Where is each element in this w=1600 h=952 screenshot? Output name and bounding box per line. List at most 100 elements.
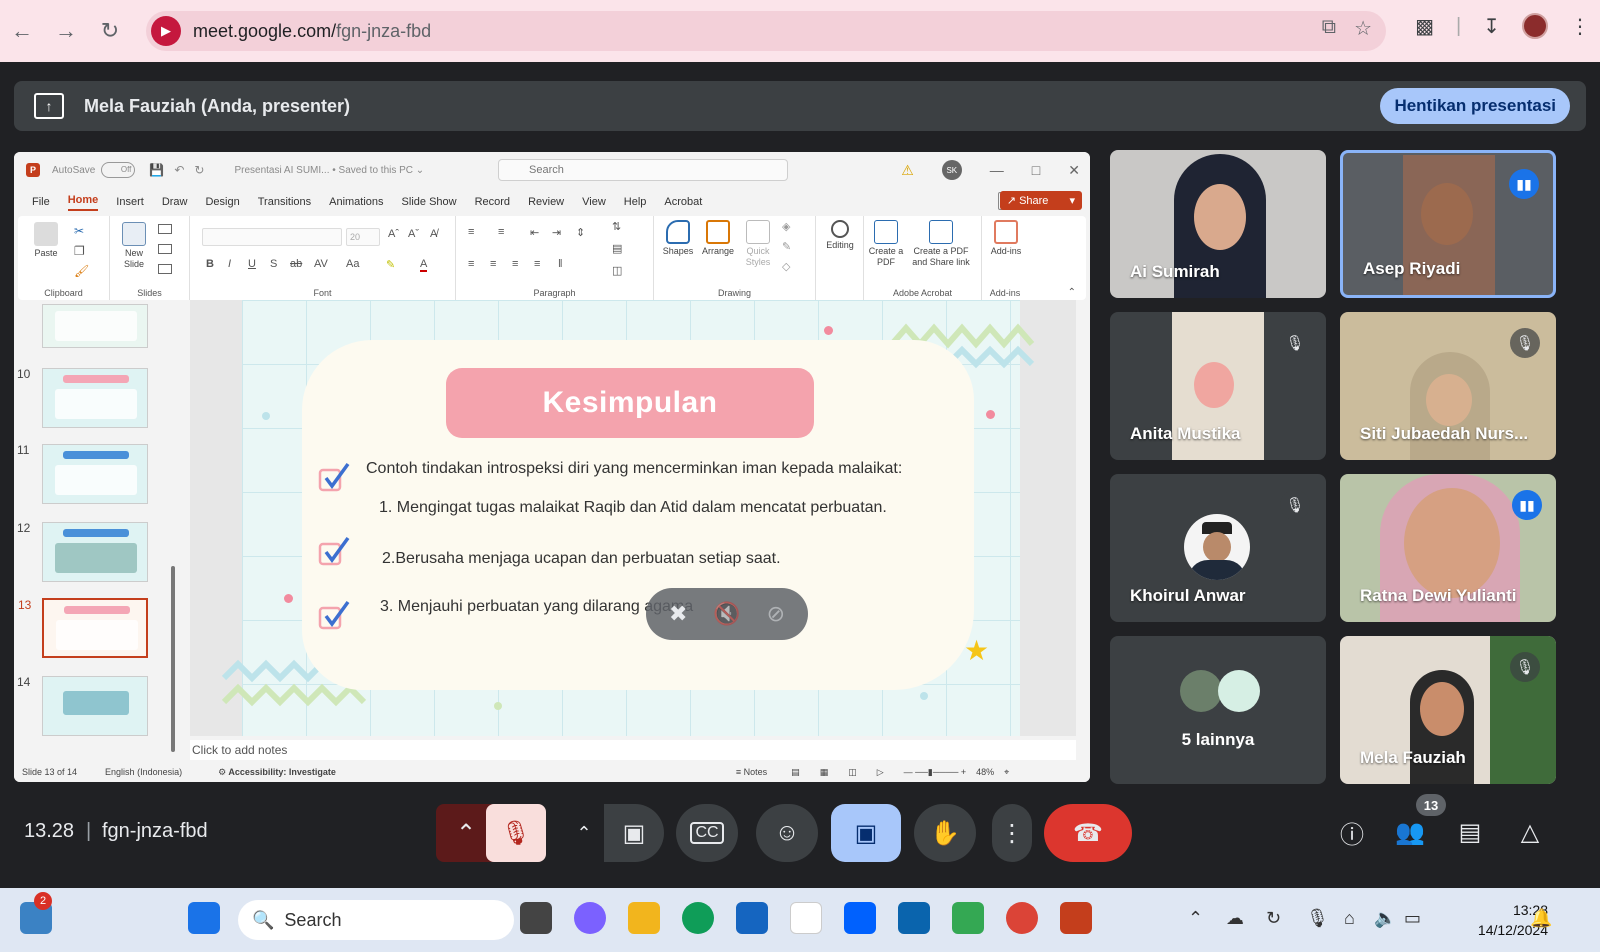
- slide-thumbnail-12[interactable]: 12: [17, 521, 148, 582]
- leave-call-button[interactable]: ☎: [1044, 804, 1132, 862]
- taskbar-search[interactable]: 🔍 Search: [238, 900, 514, 940]
- shape-fill-icon[interactable]: ◈: [782, 220, 790, 233]
- decrease-indent-icon[interactable]: ⇤: [530, 226, 539, 239]
- cut-icon[interactable]: ✂: [74, 224, 84, 238]
- tab-view[interactable]: View: [582, 196, 606, 208]
- font-name-box[interactable]: [202, 228, 342, 246]
- people-button[interactable]: 👥: [1390, 812, 1430, 852]
- participant-tile[interactable]: ▮▮ Asep Riyadi: [1340, 150, 1556, 298]
- zoom-level[interactable]: 48%: [976, 767, 994, 777]
- tab-slide-show[interactable]: Slide Show: [402, 196, 457, 208]
- reading-view-icon[interactable]: ◫: [848, 767, 857, 778]
- sync-icon[interactable]: ↻: [1266, 908, 1281, 929]
- line-spacing-icon[interactable]: ⇕: [576, 226, 585, 239]
- chat-button[interactable]: ▤: [1450, 812, 1490, 852]
- arrange-button[interactable]: Arrange: [698, 220, 738, 257]
- stop-share-icon[interactable]: ⊘: [767, 601, 785, 627]
- tab-help[interactable]: Help: [624, 196, 647, 208]
- shapes-button[interactable]: Shapes: [658, 220, 698, 257]
- maximize-icon[interactable]: □: [1032, 162, 1040, 178]
- meeting-info-button[interactable]: ⓘ: [1332, 812, 1372, 852]
- justify-icon[interactable]: ≡: [534, 258, 540, 270]
- thumbnails-scroll-thumb[interactable]: [171, 566, 175, 752]
- slideshow-view-icon[interactable]: ▷: [877, 767, 884, 778]
- font-size-box[interactable]: 20: [346, 228, 380, 246]
- battery-icon[interactable]: ▭: [1404, 908, 1421, 929]
- bookmark-star-icon[interactable]: ☆: [1354, 16, 1372, 41]
- slide-thumbnail-9[interactable]: [42, 304, 148, 348]
- notification-bell-icon[interactable]: 🔔: [1530, 908, 1552, 929]
- format-painter-icon[interactable]: 🖌: [74, 264, 89, 278]
- meet-site-icon[interactable]: ▶: [151, 16, 181, 46]
- tab-insert[interactable]: Insert: [116, 196, 144, 208]
- undo-icon[interactable]: ↶: [174, 163, 184, 177]
- tab-design[interactable]: Design: [205, 196, 239, 208]
- warning-icon[interactable]: ⚠: [901, 162, 914, 179]
- user-avatar[interactable]: SK: [941, 160, 962, 180]
- meet-app-icon[interactable]: [952, 902, 984, 934]
- address-bar[interactable]: ▶ meet.google.com/fgn-jnza-fbd ⧉ ☆: [146, 11, 1386, 51]
- redo-icon[interactable]: ↻: [194, 163, 204, 177]
- tab-draw[interactable]: Draw: [162, 196, 188, 208]
- close-icon[interactable]: ✕: [1068, 162, 1080, 179]
- mic-toggle-button[interactable]: 🎙: [486, 804, 546, 862]
- align-right-icon[interactable]: ≡: [512, 258, 518, 270]
- language-status[interactable]: English (Indonesia): [105, 767, 182, 777]
- grow-font-icon[interactable]: Aˆ: [388, 228, 399, 240]
- present-button[interactable]: ▣: [831, 804, 901, 862]
- task-view-icon[interactable]: [520, 902, 552, 934]
- profile-avatar[interactable]: [1522, 13, 1548, 39]
- collapse-ribbon-icon[interactable]: ⌃: [1068, 287, 1076, 298]
- tab-animations[interactable]: Animations: [329, 196, 383, 208]
- copilot-icon[interactable]: [574, 902, 606, 934]
- tab-file[interactable]: File: [32, 196, 50, 208]
- amazon-icon[interactable]: [790, 902, 822, 934]
- activities-button[interactable]: △: [1510, 812, 1550, 852]
- zoom-slider[interactable]: — ──▮──── +: [904, 767, 966, 778]
- tab-home[interactable]: Home: [67, 194, 99, 211]
- sorter-view-icon[interactable]: ▦: [820, 767, 829, 778]
- reload-icon[interactable]: ↻: [92, 13, 128, 49]
- bullets-icon[interactable]: ≡: [468, 226, 474, 238]
- captions-button[interactable]: CC: [676, 804, 738, 862]
- italic-icon[interactable]: I: [228, 258, 231, 270]
- pointer-off-icon[interactable]: ✖: [669, 601, 687, 627]
- audio-off-icon[interactable]: 🔇: [713, 601, 740, 627]
- participant-tile[interactable]: 5 lainnya: [1110, 636, 1326, 784]
- layout-icon[interactable]: [158, 224, 172, 234]
- shrink-font-icon[interactable]: Aˇ: [408, 228, 419, 240]
- participant-tile[interactable]: 🎙 Anita Mustika: [1110, 312, 1326, 460]
- start-windows-icon[interactable]: [188, 902, 220, 934]
- section-icon[interactable]: [158, 264, 172, 274]
- participant-tile[interactable]: 🎙 Khoirul Anwar: [1110, 474, 1326, 622]
- current-slide[interactable]: ★ Kesimpulan Contoh tindakan introspeksi…: [221, 300, 1035, 736]
- slide-thumbnail-13[interactable]: 13: [18, 596, 150, 660]
- tab-record[interactable]: Record: [475, 196, 510, 208]
- open-external-icon[interactable]: ⧉: [1322, 16, 1336, 41]
- back-icon[interactable]: ←: [4, 13, 40, 49]
- fit-slide-icon[interactable]: ⌖: [1004, 767, 1009, 778]
- participant-tile[interactable]: Ai Sumirah: [1110, 150, 1326, 298]
- url-text[interactable]: meet.google.com/fgn-jnza-fbd: [193, 21, 431, 42]
- highlight-icon[interactable]: ✎: [386, 258, 395, 271]
- notes-toggle[interactable]: ≡ Notes: [736, 767, 767, 777]
- numbering-icon[interactable]: ≡: [498, 226, 504, 238]
- outlook-icon[interactable]: [898, 902, 930, 934]
- align-text-icon[interactable]: ▤: [612, 242, 622, 255]
- tab-transitions[interactable]: Transitions: [258, 196, 311, 208]
- thumbnails-scrollbar[interactable]: [171, 300, 177, 752]
- microphone-tray-icon[interactable]: 🎙: [1306, 908, 1329, 929]
- participant-tile[interactable]: ▮▮ Ratna Dewi Yulianti: [1340, 474, 1556, 622]
- edge-icon[interactable]: [682, 902, 714, 934]
- slide-thumbnail-10[interactable]: 10: [17, 367, 148, 428]
- spacing-icon[interactable]: AV: [314, 258, 328, 270]
- share-button[interactable]: ↗ Share ▾: [999, 191, 1082, 210]
- bold-icon[interactable]: B: [206, 258, 214, 270]
- quick-styles-button[interactable]: Quick Styles: [740, 220, 776, 268]
- save-icon[interactable]: 💾: [149, 163, 164, 177]
- paste-button[interactable]: Paste: [30, 222, 62, 259]
- store-icon[interactable]: [736, 902, 768, 934]
- slide-thumbnail-14[interactable]: 14: [17, 675, 148, 736]
- camera-toggle-button[interactable]: ▣: [604, 804, 664, 862]
- create-pdf-share-button[interactable]: Create a PDF and Share link: [906, 220, 976, 268]
